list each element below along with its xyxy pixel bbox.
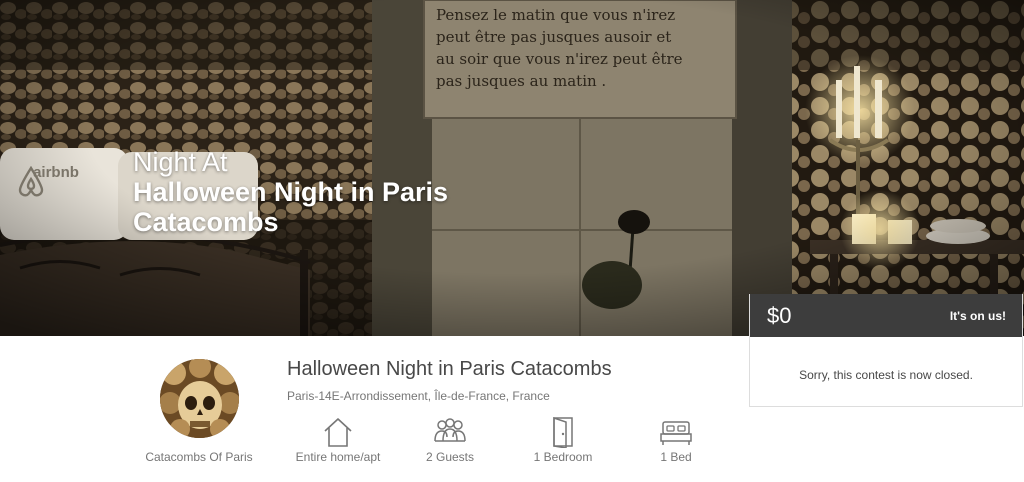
amenity-beds: 1 Bed [621,417,731,464]
host-avatar[interactable] [160,359,239,438]
plaque-line: peut être pas jusques ausoir et [436,28,672,46]
price-note: It's on us! [949,308,1006,323]
amenity-label: 1 Bed [660,450,692,464]
price: $0 [767,302,792,328]
host-name[interactable]: Catacombs Of Paris [140,450,258,464]
airbnb-logo-icon [18,166,44,197]
plaque-line: Pensez le matin que vous n'irez [436,6,676,24]
door-icon [553,417,573,448]
booking-panel: $0 It's on us! Sorry, this contest is no… [749,294,1023,407]
plaque-line: au soir que vous n'irez peut être [436,50,683,68]
amenity-label: 1 Bedroom [533,450,593,464]
amenity-label: Entire home/apt [295,450,381,464]
hero-title: Night At Halloween Night in Paris Cataco… [133,147,473,237]
hero-title-prefix: Night At [133,147,228,177]
guests-icon [434,418,466,442]
bed-icon [660,421,692,445]
booking-header: $0 It's on us! [750,294,1022,337]
amenity-room-type: Entire home/apt [283,417,393,464]
skull-avatar-image [160,359,239,438]
airbnb-pillow-logo: airbnb [16,164,96,197]
hero-title-main: Halloween Night in Paris Catacombs [133,177,449,237]
plaque-inscription: Pensez le matin que vous n'irez peut êtr… [436,4,736,92]
amenity-bedrooms: 1 Bedroom [508,417,618,464]
home-icon [324,418,352,447]
listing-page: Pensez le matin que vous n'irez peut êtr… [0,0,1024,482]
hero-image: Pensez le matin que vous n'irez peut êtr… [0,0,1024,336]
plaque-line: pas jusques au matin . [436,72,607,90]
amenity-guests: 2 Guests [395,417,505,464]
amenity-label: 2 Guests [425,450,475,464]
contest-closed-message: Sorry, this contest is now closed. [799,368,973,382]
listing-title: Halloween Night in Paris Catacombs [287,358,612,380]
listing-location[interactable]: Paris-14E-Arrondissement, Île-de-France,… [287,389,550,403]
